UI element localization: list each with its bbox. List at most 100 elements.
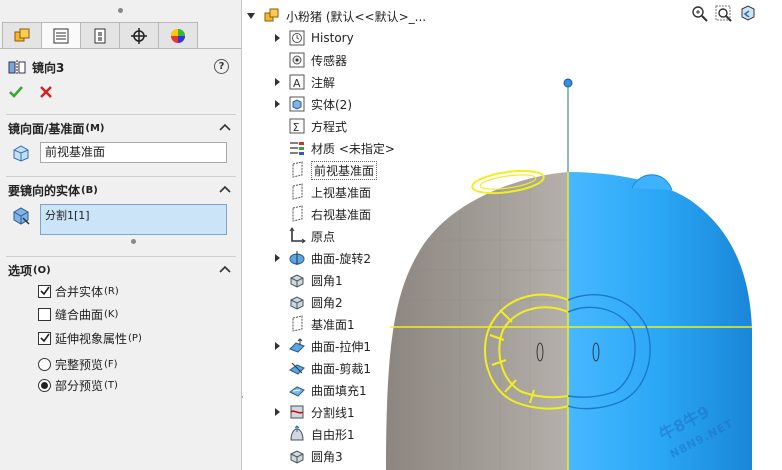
tree-item[interactable]: 圆角1 bbox=[269, 270, 343, 290]
feature-tree-flyout: 小粉猪 (默认<<默认>_... History 传感器 A 注解实体(2) Σ 方程式材… bbox=[243, 0, 583, 470]
plane-select-icon bbox=[13, 145, 29, 162]
property-manager-icon bbox=[53, 28, 69, 44]
tree-item[interactable]: 自由形1 bbox=[269, 424, 355, 444]
group-mirror-plane: 镜向面/基准面 (M) bbox=[0, 118, 241, 138]
mirror-plane-field[interactable]: 前视基准面 bbox=[40, 142, 227, 163]
fillet-icon bbox=[287, 293, 307, 311]
expand-toggle[interactable] bbox=[269, 254, 285, 262]
checkbox-propagate-visual[interactable]: 延伸视象属性 (P) bbox=[38, 330, 142, 346]
tree-item[interactable]: 传感器 bbox=[269, 50, 347, 70]
tree-item[interactable]: History bbox=[269, 28, 354, 48]
tree-item-label: 传感器 bbox=[311, 53, 348, 68]
origin-icon bbox=[287, 227, 307, 245]
expand-toggle[interactable] bbox=[269, 34, 285, 42]
tree-item[interactable]: 基准面1 bbox=[269, 314, 355, 334]
expand-toggle[interactable] bbox=[269, 78, 285, 86]
tree-item[interactable]: Σ 方程式 bbox=[269, 116, 347, 136]
radio-partial-preview[interactable]: 部分预览 (T) bbox=[38, 377, 118, 393]
tree-item[interactable]: 曲面-拉伸1 bbox=[269, 336, 371, 356]
bodies-list[interactable]: 分割1[1] bbox=[40, 204, 227, 235]
help-icon[interactable]: ? bbox=[214, 59, 229, 74]
tree-item-label: 右视基准面 bbox=[311, 207, 372, 222]
svg-text:Σ: Σ bbox=[293, 121, 300, 134]
cancel-x-icon[interactable] bbox=[38, 84, 54, 100]
tree-item-label: 曲面填充1 bbox=[311, 383, 367, 398]
tree-item-label: 基准面1 bbox=[311, 317, 355, 332]
zoom-to-fit-button[interactable] bbox=[690, 4, 710, 24]
ok-cancel-row bbox=[8, 84, 54, 100]
expand-arrow-icon[interactable] bbox=[274, 78, 280, 86]
expand-arrow-icon[interactable] bbox=[274, 342, 280, 350]
tab-display-manager[interactable] bbox=[158, 22, 198, 49]
sensor-icon bbox=[287, 51, 307, 69]
group-header-mirror-plane[interactable]: 镜向面/基准面 (M) bbox=[0, 118, 241, 138]
tree-item[interactable]: 材质 <未指定> bbox=[269, 138, 395, 158]
group-options: 选项 (O) bbox=[0, 260, 241, 280]
zoom-to-area-button[interactable] bbox=[714, 4, 734, 24]
list-item[interactable]: 分割1[1] bbox=[45, 209, 90, 222]
equation-icon: Σ bbox=[287, 117, 307, 135]
history-icon bbox=[287, 29, 307, 47]
ok-check-icon[interactable] bbox=[8, 84, 24, 100]
expand-toggle[interactable] bbox=[269, 342, 285, 350]
checkbox-merge-result[interactable]: 合并实体 (R) bbox=[38, 283, 119, 299]
collapse-arrow-icon[interactable] bbox=[247, 13, 255, 19]
feature-header: 镜向3 ? bbox=[8, 58, 233, 76]
chevron-up-icon[interactable] bbox=[219, 264, 231, 274]
configuration-manager-icon bbox=[94, 28, 106, 44]
tree-item[interactable]: 前视基准面 bbox=[269, 160, 378, 180]
tree-item[interactable]: 右视基准面 bbox=[269, 204, 371, 224]
tree-item[interactable]: 原点 bbox=[269, 226, 335, 246]
zoom-to-fit-icon bbox=[692, 6, 708, 22]
checkbox[interactable] bbox=[38, 307, 51, 321]
tab-property-manager[interactable] bbox=[41, 22, 81, 49]
chevron-up-icon[interactable] bbox=[219, 184, 231, 194]
expand-arrow-icon[interactable] bbox=[274, 34, 280, 42]
previous-view-button[interactable] bbox=[738, 4, 758, 24]
expand-arrow-icon[interactable] bbox=[274, 408, 280, 416]
material-icon bbox=[287, 139, 307, 157]
checkbox[interactable] bbox=[38, 331, 51, 345]
tree-root-part[interactable]: 小粉猪 (默认<<默认>_... bbox=[245, 6, 426, 26]
tree-item-label: 实体(2) bbox=[311, 97, 352, 112]
check-mark-icon bbox=[39, 333, 50, 343]
expand-toggle[interactable] bbox=[269, 100, 285, 108]
group-header-bodies[interactable]: 要镜向的实体 (B) bbox=[0, 180, 241, 200]
tab-dimxpert-manager[interactable] bbox=[119, 22, 159, 49]
group-header-options[interactable]: 选项 (O) bbox=[0, 260, 241, 280]
tree-item[interactable]: 曲面-旋转2 bbox=[269, 248, 371, 268]
tree-item-label: 原点 bbox=[311, 229, 336, 244]
tab-feature-manager[interactable] bbox=[2, 22, 42, 49]
freeform-icon bbox=[287, 425, 307, 443]
tree-item-label: 前视基准面 bbox=[311, 160, 378, 180]
manager-tabs bbox=[2, 22, 198, 49]
tree-item[interactable]: 曲面-剪裁1 bbox=[269, 358, 371, 378]
plane-icon bbox=[287, 205, 307, 223]
chevron-up-icon[interactable] bbox=[219, 122, 231, 132]
plane-icon bbox=[287, 315, 307, 333]
list-resize-handle[interactable] bbox=[131, 239, 136, 244]
tree-item[interactable]: 曲面填充1 bbox=[269, 380, 367, 400]
radio[interactable] bbox=[38, 378, 51, 392]
radio[interactable] bbox=[38, 357, 51, 371]
expand-arrow-icon[interactable] bbox=[274, 254, 280, 262]
tree-item-label: 圆角3 bbox=[311, 449, 343, 464]
mirror-feature-icon bbox=[8, 60, 26, 74]
panel-grip[interactable] bbox=[0, 0, 241, 22]
expand-arrow-icon[interactable] bbox=[274, 100, 280, 108]
tree-item[interactable]: 分割线1 bbox=[269, 402, 355, 422]
tree-item[interactable]: 圆角2 bbox=[269, 292, 343, 312]
tree-item[interactable]: 上视基准面 bbox=[269, 182, 371, 202]
expand-toggle[interactable] bbox=[269, 408, 285, 416]
plane-icon bbox=[287, 183, 307, 201]
solid-bodies-icon bbox=[287, 95, 307, 113]
tree-item-label: 材质 <未指定> bbox=[311, 141, 395, 156]
tree-item[interactable]: 实体(2) bbox=[269, 94, 352, 114]
radio-full-preview[interactable]: 完整预览 (F) bbox=[38, 356, 118, 372]
tab-configuration-manager[interactable] bbox=[80, 22, 120, 49]
tree-item-label: History bbox=[311, 31, 354, 45]
tree-item[interactable]: 圆角3 bbox=[269, 446, 343, 466]
tree-item[interactable]: A 注解 bbox=[269, 72, 335, 92]
checkbox-knit-surfaces[interactable]: 缝合曲面 (K) bbox=[38, 306, 118, 322]
checkbox[interactable] bbox=[38, 284, 51, 298]
